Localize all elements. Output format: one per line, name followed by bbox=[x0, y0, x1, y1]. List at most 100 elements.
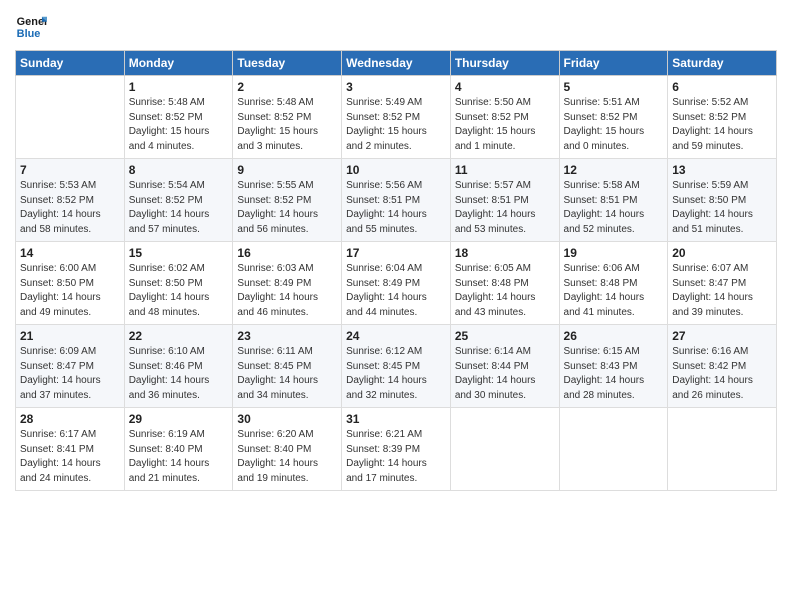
sunset-label: Sunset: 8:52 PM bbox=[20, 195, 94, 206]
day-info: Sunrise: 5:52 AM Sunset: 8:52 PM Dayligh… bbox=[672, 96, 772, 154]
day-cell: 26 Sunrise: 6:15 AM Sunset: 8:43 PM Dayl… bbox=[559, 325, 668, 408]
sunrise-label: Sunrise: 5:59 AM bbox=[672, 180, 748, 191]
sunrise-label: Sunrise: 6:02 AM bbox=[129, 263, 205, 274]
day-cell: 6 Sunrise: 5:52 AM Sunset: 8:52 PM Dayli… bbox=[668, 76, 777, 159]
daylight-label: Daylight: 14 hours and 21 minutes. bbox=[129, 458, 210, 484]
day-info: Sunrise: 6:15 AM Sunset: 8:43 PM Dayligh… bbox=[564, 345, 664, 403]
daylight-label: Daylight: 14 hours and 52 minutes. bbox=[564, 209, 645, 235]
day-number: 18 bbox=[455, 246, 555, 260]
day-info: Sunrise: 6:02 AM Sunset: 8:50 PM Dayligh… bbox=[129, 262, 229, 320]
day-cell: 30 Sunrise: 6:20 AM Sunset: 8:40 PM Dayl… bbox=[233, 408, 342, 491]
day-cell bbox=[559, 408, 668, 491]
header-friday: Friday bbox=[559, 51, 668, 76]
sunset-label: Sunset: 8:46 PM bbox=[129, 361, 203, 372]
sunset-label: Sunset: 8:52 PM bbox=[455, 112, 529, 123]
daylight-label: Daylight: 14 hours and 43 minutes. bbox=[455, 292, 536, 318]
page: General Blue SundayMondayTuesdayWednesda… bbox=[0, 0, 792, 612]
day-number: 16 bbox=[237, 246, 337, 260]
daylight-label: Daylight: 14 hours and 48 minutes. bbox=[129, 292, 210, 318]
daylight-label: Daylight: 15 hours and 0 minutes. bbox=[564, 126, 645, 152]
day-number: 12 bbox=[564, 163, 664, 177]
day-cell: 20 Sunrise: 6:07 AM Sunset: 8:47 PM Dayl… bbox=[668, 242, 777, 325]
sunrise-label: Sunrise: 5:50 AM bbox=[455, 97, 531, 108]
daylight-label: Daylight: 14 hours and 44 minutes. bbox=[346, 292, 427, 318]
day-cell: 14 Sunrise: 6:00 AM Sunset: 8:50 PM Dayl… bbox=[16, 242, 125, 325]
day-info: Sunrise: 5:53 AM Sunset: 8:52 PM Dayligh… bbox=[20, 179, 120, 237]
sunrise-label: Sunrise: 6:09 AM bbox=[20, 346, 96, 357]
sunrise-label: Sunrise: 6:03 AM bbox=[237, 263, 313, 274]
day-cell: 9 Sunrise: 5:55 AM Sunset: 8:52 PM Dayli… bbox=[233, 159, 342, 242]
day-info: Sunrise: 6:07 AM Sunset: 8:47 PM Dayligh… bbox=[672, 262, 772, 320]
day-cell: 10 Sunrise: 5:56 AM Sunset: 8:51 PM Dayl… bbox=[342, 159, 451, 242]
daylight-label: Daylight: 14 hours and 46 minutes. bbox=[237, 292, 318, 318]
daylight-label: Daylight: 14 hours and 49 minutes. bbox=[20, 292, 101, 318]
sunset-label: Sunset: 8:50 PM bbox=[20, 278, 94, 289]
sunset-label: Sunset: 8:40 PM bbox=[237, 444, 311, 455]
day-number: 13 bbox=[672, 163, 772, 177]
sunrise-label: Sunrise: 5:48 AM bbox=[129, 97, 205, 108]
day-cell: 25 Sunrise: 6:14 AM Sunset: 8:44 PM Dayl… bbox=[450, 325, 559, 408]
day-info: Sunrise: 6:12 AM Sunset: 8:45 PM Dayligh… bbox=[346, 345, 446, 403]
sunrise-label: Sunrise: 6:00 AM bbox=[20, 263, 96, 274]
sunset-label: Sunset: 8:45 PM bbox=[346, 361, 420, 372]
week-row-1: 1 Sunrise: 5:48 AM Sunset: 8:52 PM Dayli… bbox=[16, 76, 777, 159]
calendar-table: SundayMondayTuesdayWednesdayThursdayFrid… bbox=[15, 50, 777, 491]
sunrise-label: Sunrise: 6:10 AM bbox=[129, 346, 205, 357]
day-cell: 7 Sunrise: 5:53 AM Sunset: 8:52 PM Dayli… bbox=[16, 159, 125, 242]
day-cell: 12 Sunrise: 5:58 AM Sunset: 8:51 PM Dayl… bbox=[559, 159, 668, 242]
daylight-label: Daylight: 14 hours and 59 minutes. bbox=[672, 126, 753, 152]
day-number: 24 bbox=[346, 329, 446, 343]
sunrise-label: Sunrise: 6:20 AM bbox=[237, 429, 313, 440]
day-number: 7 bbox=[20, 163, 120, 177]
day-cell: 22 Sunrise: 6:10 AM Sunset: 8:46 PM Dayl… bbox=[124, 325, 233, 408]
daylight-label: Daylight: 14 hours and 53 minutes. bbox=[455, 209, 536, 235]
day-cell: 18 Sunrise: 6:05 AM Sunset: 8:48 PM Dayl… bbox=[450, 242, 559, 325]
day-cell bbox=[668, 408, 777, 491]
day-number: 20 bbox=[672, 246, 772, 260]
sunrise-label: Sunrise: 5:53 AM bbox=[20, 180, 96, 191]
daylight-label: Daylight: 15 hours and 1 minute. bbox=[455, 126, 536, 152]
day-info: Sunrise: 6:19 AM Sunset: 8:40 PM Dayligh… bbox=[129, 428, 229, 486]
day-info: Sunrise: 5:51 AM Sunset: 8:52 PM Dayligh… bbox=[564, 96, 664, 154]
day-number: 27 bbox=[672, 329, 772, 343]
sunset-label: Sunset: 8:51 PM bbox=[564, 195, 638, 206]
day-info: Sunrise: 5:54 AM Sunset: 8:52 PM Dayligh… bbox=[129, 179, 229, 237]
daylight-label: Daylight: 14 hours and 41 minutes. bbox=[564, 292, 645, 318]
sunrise-label: Sunrise: 6:14 AM bbox=[455, 346, 531, 357]
day-number: 26 bbox=[564, 329, 664, 343]
sunrise-label: Sunrise: 5:52 AM bbox=[672, 97, 748, 108]
day-cell: 3 Sunrise: 5:49 AM Sunset: 8:52 PM Dayli… bbox=[342, 76, 451, 159]
sunset-label: Sunset: 8:43 PM bbox=[564, 361, 638, 372]
day-cell: 19 Sunrise: 6:06 AM Sunset: 8:48 PM Dayl… bbox=[559, 242, 668, 325]
day-cell: 4 Sunrise: 5:50 AM Sunset: 8:52 PM Dayli… bbox=[450, 76, 559, 159]
sunrise-label: Sunrise: 5:56 AM bbox=[346, 180, 422, 191]
day-number: 6 bbox=[672, 80, 772, 94]
day-info: Sunrise: 6:10 AM Sunset: 8:46 PM Dayligh… bbox=[129, 345, 229, 403]
day-number: 15 bbox=[129, 246, 229, 260]
day-cell: 15 Sunrise: 6:02 AM Sunset: 8:50 PM Dayl… bbox=[124, 242, 233, 325]
daylight-label: Daylight: 14 hours and 56 minutes. bbox=[237, 209, 318, 235]
day-number: 5 bbox=[564, 80, 664, 94]
day-info: Sunrise: 6:00 AM Sunset: 8:50 PM Dayligh… bbox=[20, 262, 120, 320]
sunset-label: Sunset: 8:50 PM bbox=[129, 278, 203, 289]
daylight-label: Daylight: 14 hours and 30 minutes. bbox=[455, 375, 536, 401]
sunset-label: Sunset: 8:49 PM bbox=[346, 278, 420, 289]
sunset-label: Sunset: 8:51 PM bbox=[346, 195, 420, 206]
day-info: Sunrise: 6:04 AM Sunset: 8:49 PM Dayligh… bbox=[346, 262, 446, 320]
day-info: Sunrise: 5:58 AM Sunset: 8:51 PM Dayligh… bbox=[564, 179, 664, 237]
sunrise-label: Sunrise: 5:49 AM bbox=[346, 97, 422, 108]
day-info: Sunrise: 5:59 AM Sunset: 8:50 PM Dayligh… bbox=[672, 179, 772, 237]
day-cell bbox=[16, 76, 125, 159]
sunrise-label: Sunrise: 5:57 AM bbox=[455, 180, 531, 191]
daylight-label: Daylight: 14 hours and 24 minutes. bbox=[20, 458, 101, 484]
header-tuesday: Tuesday bbox=[233, 51, 342, 76]
daylight-label: Daylight: 15 hours and 4 minutes. bbox=[129, 126, 210, 152]
day-info: Sunrise: 6:06 AM Sunset: 8:48 PM Dayligh… bbox=[564, 262, 664, 320]
day-cell bbox=[450, 408, 559, 491]
daylight-label: Daylight: 14 hours and 37 minutes. bbox=[20, 375, 101, 401]
sunrise-label: Sunrise: 6:15 AM bbox=[564, 346, 640, 357]
day-cell: 24 Sunrise: 6:12 AM Sunset: 8:45 PM Dayl… bbox=[342, 325, 451, 408]
day-number: 14 bbox=[20, 246, 120, 260]
week-row-2: 7 Sunrise: 5:53 AM Sunset: 8:52 PM Dayli… bbox=[16, 159, 777, 242]
sunset-label: Sunset: 8:48 PM bbox=[564, 278, 638, 289]
